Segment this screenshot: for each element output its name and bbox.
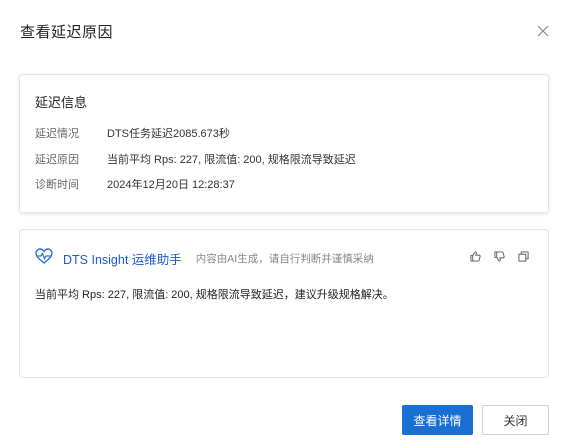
thumbs-up-icon[interactable] [468, 249, 482, 263]
delay-info-card: 延迟信息 延迟情况 DTS任务延迟2085.673秒 延迟原因 当前平均 Rps… [19, 74, 549, 213]
ai-disclaimer: 内容由AI生成，请自行判断并谨慎采纳 [195, 252, 374, 265]
insight-header: DTS Insight 运维助手 内容由AI生成，请自行判断并谨慎采纳 [35, 247, 374, 269]
dialog-title: 查看延迟原因 [20, 24, 114, 41]
delay-info-title: 延迟信息 [35, 95, 88, 110]
close-icon[interactable] [533, 21, 553, 41]
delay-status-value: DTS任务延迟2085.673秒 [107, 128, 230, 140]
thumbs-down-icon[interactable] [492, 249, 506, 263]
delay-reason-dialog: 查看延迟原因 延迟信息 延迟情况 DTS任务延迟2085.673秒 延迟原因 当… [0, 0, 569, 448]
delay-status-row: 延迟情况 DTS任务延迟2085.673秒 [35, 125, 230, 141]
delay-reason-label: 延迟原因 [35, 154, 79, 166]
close-button[interactable]: 关闭 [482, 405, 549, 435]
diagnosis-time-label: 诊断时间 [35, 179, 79, 191]
insight-message: 当前平均 Rps: 227, 限流值: 200, 规格限流导致延迟，建议升级规格… [35, 289, 394, 301]
copy-icon[interactable] [516, 249, 530, 263]
diagnosis-time-row: 诊断时间 2024年12月20日 12:28:37 [35, 176, 235, 192]
heartbeat-icon [35, 247, 53, 269]
diagnosis-time-value: 2024年12月20日 12:28:37 [107, 179, 235, 191]
delay-reason-row: 延迟原因 当前平均 Rps: 227, 限流值: 200, 规格限流导致延迟 [35, 151, 356, 167]
insight-card: DTS Insight 运维助手 内容由AI生成，请自行判断并谨慎采纳 当前平均… [19, 229, 549, 378]
view-details-button[interactable]: 查看详情 [402, 405, 473, 435]
insight-title: DTS Insight 运维助手 [63, 252, 182, 267]
delay-reason-value: 当前平均 Rps: 227, 限流值: 200, 规格限流导致延迟 [107, 154, 356, 166]
delay-status-label: 延迟情况 [35, 128, 79, 140]
insight-actions [468, 249, 530, 263]
